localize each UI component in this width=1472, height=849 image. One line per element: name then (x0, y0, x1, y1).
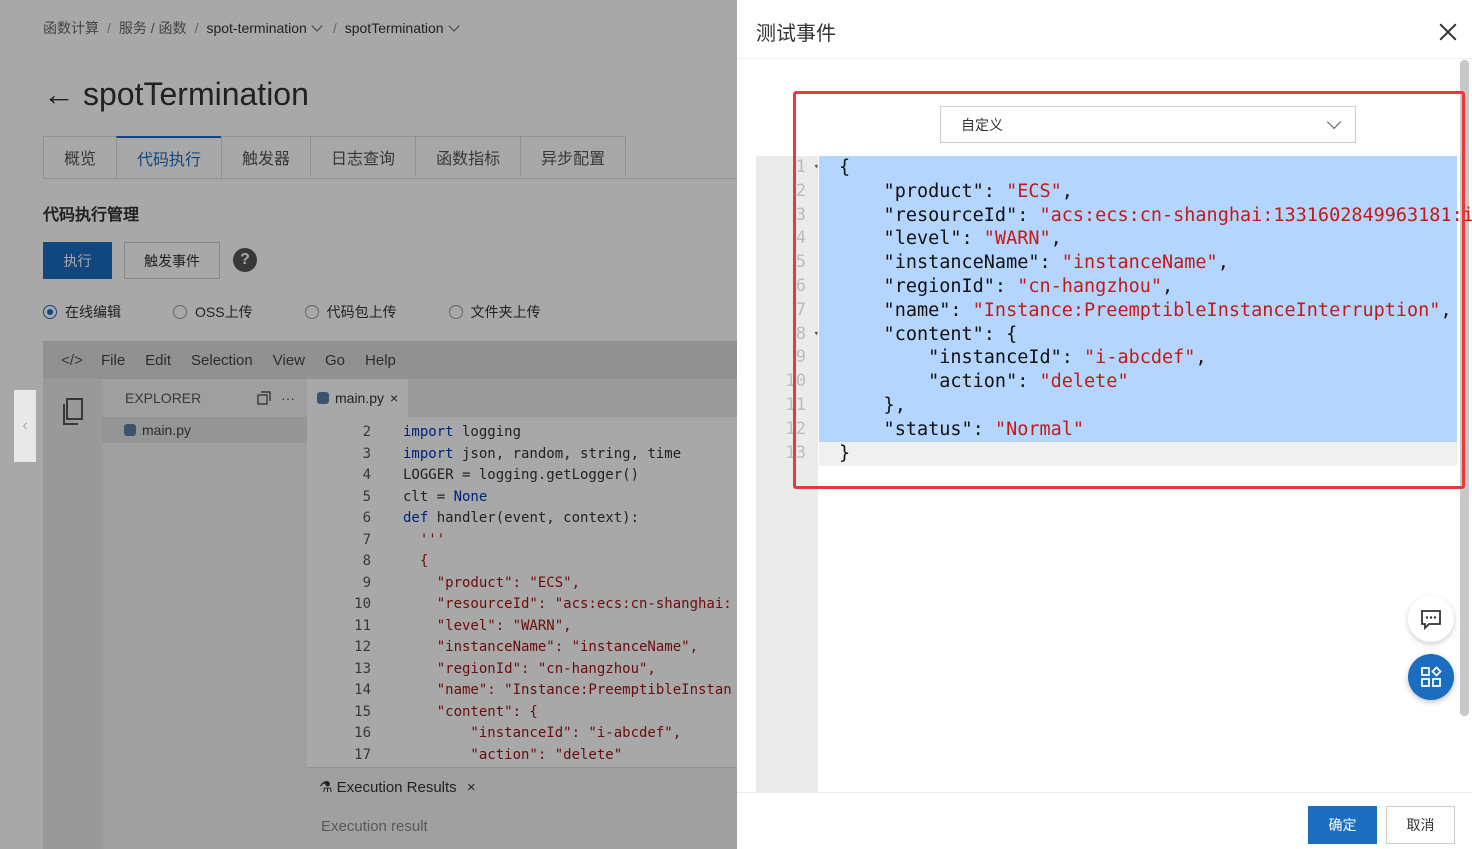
test-event-dialog: 测试事件 自定义 1 ▾{2 "product": "ECS", 3 "resour… (737, 0, 1472, 849)
dialog-title: 测试事件 (756, 23, 836, 45)
divider (737, 792, 1472, 793)
apps-button[interactable] (1408, 654, 1454, 700)
feedback-button[interactable] (1408, 596, 1454, 642)
modal-overlay[interactable] (0, 0, 737, 849)
highlight-annotation-box (793, 91, 1465, 489)
cancel-button[interactable]: 取消 (1386, 806, 1455, 844)
confirm-button[interactable]: 确定 (1308, 806, 1377, 844)
divider (737, 58, 1472, 59)
collapse-sidebar-handle[interactable]: ‹ (14, 390, 36, 462)
background-page: 函数计算 / 服务 / 函数 / spot-termination / spot… (0, 0, 737, 849)
close-icon[interactable] (1437, 21, 1459, 43)
chevron-left-icon: ‹ (22, 417, 28, 434)
chat-icon (1421, 610, 1441, 630)
apps-grid-icon (1421, 666, 1442, 687)
